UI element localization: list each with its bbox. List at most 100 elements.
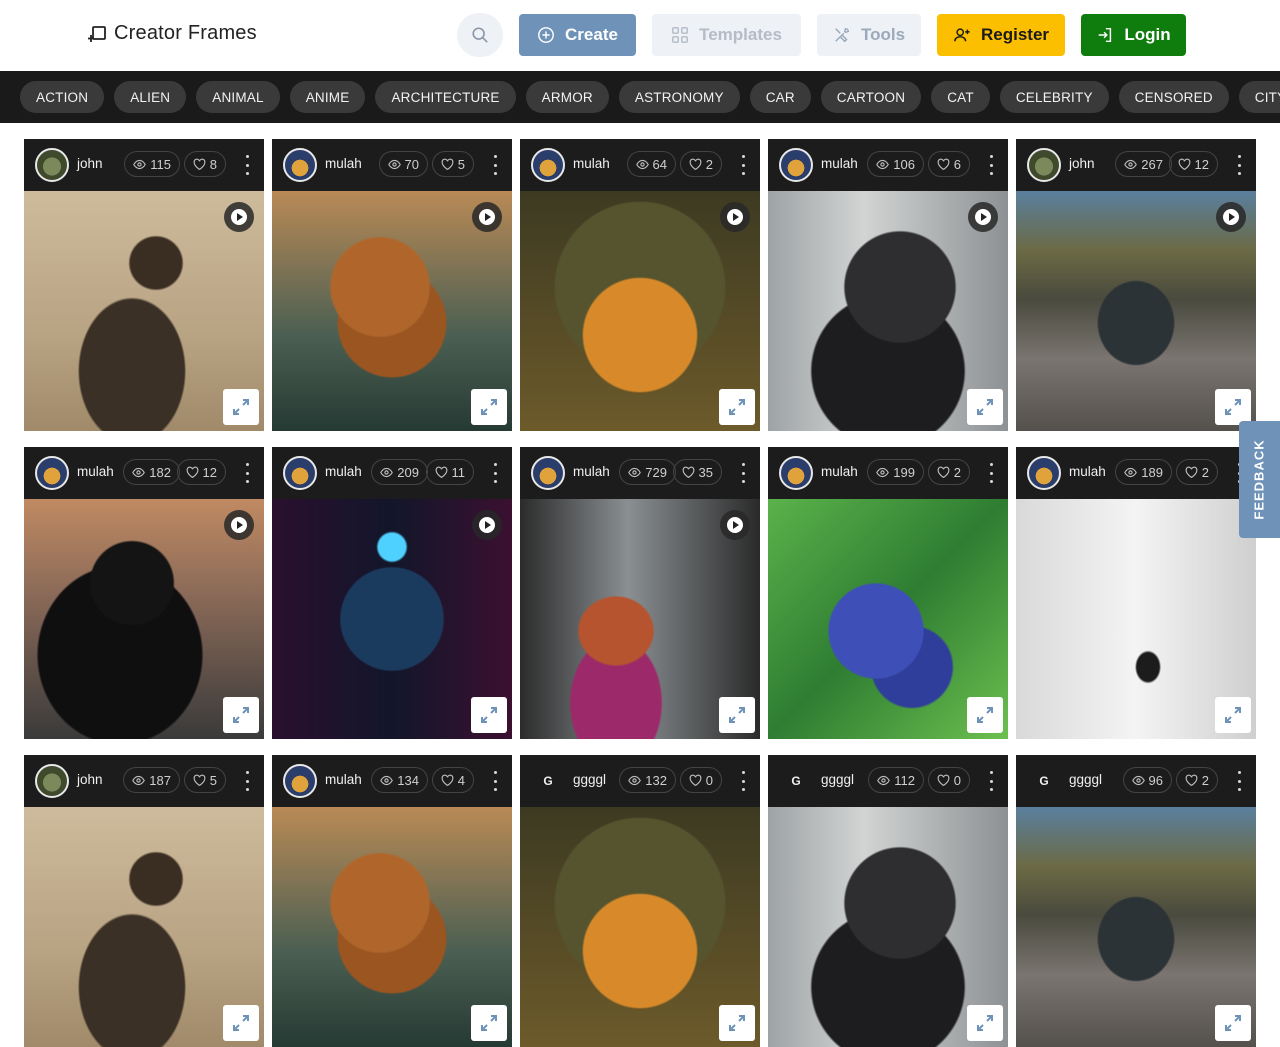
avatar[interactable] bbox=[1027, 456, 1061, 490]
username[interactable]: mulah bbox=[325, 464, 362, 479]
username[interactable]: john bbox=[77, 772, 103, 787]
media-card[interactable]: Gggggl 96 2 bbox=[1016, 755, 1256, 1047]
more-options-icon[interactable] bbox=[1236, 155, 1242, 175]
avatar[interactable] bbox=[283, 148, 317, 182]
play-icon[interactable] bbox=[968, 202, 998, 232]
category-chip-cartoon[interactable]: CARTOON bbox=[820, 81, 922, 113]
more-options-icon[interactable] bbox=[740, 463, 746, 483]
username[interactable]: ggggl bbox=[573, 772, 606, 787]
more-options-icon[interactable] bbox=[244, 463, 250, 483]
play-icon[interactable] bbox=[472, 510, 502, 540]
category-chip-celebrity[interactable]: CELEBRITY bbox=[999, 81, 1109, 113]
media-card[interactable]: john 187 5 bbox=[24, 755, 264, 1047]
media-card[interactable]: mulah 70 5 bbox=[272, 139, 512, 431]
avatar[interactable] bbox=[283, 456, 317, 490]
like-button[interactable]: 5 bbox=[183, 767, 226, 793]
expand-button[interactable] bbox=[471, 697, 507, 733]
more-options-icon[interactable] bbox=[244, 155, 250, 175]
avatar[interactable]: G bbox=[531, 764, 565, 798]
avatar[interactable] bbox=[779, 148, 813, 182]
like-button[interactable]: 12 bbox=[176, 459, 226, 485]
avatar[interactable] bbox=[35, 764, 69, 798]
media-card[interactable]: mulah 729 35 bbox=[520, 447, 760, 739]
avatar[interactable] bbox=[283, 764, 317, 798]
username[interactable]: mulah bbox=[821, 156, 858, 171]
expand-button[interactable] bbox=[719, 1005, 755, 1041]
register-button[interactable]: Register bbox=[937, 14, 1065, 56]
more-options-icon[interactable] bbox=[988, 463, 994, 483]
category-chip-anime[interactable]: ANIME bbox=[289, 81, 366, 113]
avatar[interactable] bbox=[35, 148, 69, 182]
like-button[interactable]: 8 bbox=[183, 151, 226, 177]
avatar[interactable] bbox=[531, 148, 565, 182]
media-card[interactable]: Gggggl 112 0 bbox=[768, 755, 1008, 1047]
category-chip-city[interactable]: CITY bbox=[1238, 81, 1280, 113]
expand-button[interactable] bbox=[471, 1005, 507, 1041]
play-icon[interactable] bbox=[472, 202, 502, 232]
expand-button[interactable] bbox=[1215, 389, 1251, 425]
more-options-icon[interactable] bbox=[740, 155, 746, 175]
feedback-tab[interactable]: FEEDBACK bbox=[1239, 421, 1280, 538]
like-button[interactable]: 0 bbox=[679, 767, 722, 793]
more-options-icon[interactable] bbox=[492, 155, 498, 175]
avatar[interactable] bbox=[1027, 148, 1061, 182]
username[interactable]: mulah bbox=[325, 156, 362, 171]
expand-button[interactable] bbox=[223, 697, 259, 733]
avatar[interactable] bbox=[531, 456, 565, 490]
expand-button[interactable] bbox=[1215, 697, 1251, 733]
login-button[interactable]: Login bbox=[1081, 14, 1186, 56]
category-chip-censored[interactable]: CENSORED bbox=[1118, 81, 1229, 113]
media-card[interactable]: mulah 64 2 bbox=[520, 139, 760, 431]
brand-logo[interactable]: Creator Frames bbox=[88, 22, 257, 45]
media-card[interactable]: mulah 199 2 bbox=[768, 447, 1008, 739]
like-button[interactable]: 2 bbox=[1175, 767, 1218, 793]
avatar[interactable]: G bbox=[779, 764, 813, 798]
username[interactable]: mulah bbox=[573, 464, 610, 479]
username[interactable]: john bbox=[1069, 156, 1095, 171]
expand-button[interactable] bbox=[471, 389, 507, 425]
category-chip-car[interactable]: CAR bbox=[749, 81, 811, 113]
like-button[interactable]: 2 bbox=[927, 459, 970, 485]
category-chip-alien[interactable]: ALIEN bbox=[114, 81, 187, 113]
play-icon[interactable] bbox=[224, 202, 254, 232]
media-card[interactable]: mulah 106 6 bbox=[768, 139, 1008, 431]
more-options-icon[interactable] bbox=[244, 771, 250, 791]
media-card[interactable]: Gggggl 132 0 bbox=[520, 755, 760, 1047]
play-icon[interactable] bbox=[720, 202, 750, 232]
username[interactable]: ggggl bbox=[821, 772, 854, 787]
expand-button[interactable] bbox=[967, 389, 1003, 425]
category-chip-cat[interactable]: CAT bbox=[931, 81, 990, 113]
like-button[interactable]: 2 bbox=[1175, 459, 1218, 485]
like-button[interactable]: 11 bbox=[425, 459, 474, 485]
like-button[interactable]: 4 bbox=[431, 767, 474, 793]
more-options-icon[interactable] bbox=[988, 771, 994, 791]
create-button[interactable]: Create bbox=[519, 14, 636, 56]
expand-button[interactable] bbox=[967, 697, 1003, 733]
like-button[interactable]: 35 bbox=[672, 459, 722, 485]
media-card[interactable]: mulah 182 12 bbox=[24, 447, 264, 739]
play-icon[interactable] bbox=[720, 510, 750, 540]
more-options-icon[interactable] bbox=[492, 463, 498, 483]
expand-button[interactable] bbox=[967, 1005, 1003, 1041]
more-options-icon[interactable] bbox=[988, 155, 994, 175]
more-options-icon[interactable] bbox=[740, 771, 746, 791]
category-chip-architecture[interactable]: ARCHITECTURE bbox=[375, 81, 516, 113]
search-button[interactable] bbox=[457, 13, 503, 57]
tools-button[interactable]: Tools bbox=[817, 14, 921, 56]
media-card[interactable]: john 267 12 bbox=[1016, 139, 1256, 431]
expand-button[interactable] bbox=[719, 697, 755, 733]
media-card[interactable]: mulah 189 2 bbox=[1016, 447, 1256, 739]
media-card[interactable]: john 115 8 bbox=[24, 139, 264, 431]
more-options-icon[interactable] bbox=[1236, 771, 1242, 791]
avatar[interactable] bbox=[779, 456, 813, 490]
username[interactable]: ggggl bbox=[1069, 772, 1102, 787]
expand-button[interactable] bbox=[223, 1005, 259, 1041]
avatar[interactable] bbox=[35, 456, 69, 490]
media-card[interactable]: mulah 134 4 bbox=[272, 755, 512, 1047]
more-options-icon[interactable] bbox=[492, 771, 498, 791]
like-button[interactable]: 0 bbox=[927, 767, 970, 793]
expand-button[interactable] bbox=[223, 389, 259, 425]
username[interactable]: mulah bbox=[1069, 464, 1106, 479]
expand-button[interactable] bbox=[1215, 1005, 1251, 1041]
templates-button[interactable]: Templates bbox=[652, 14, 801, 56]
